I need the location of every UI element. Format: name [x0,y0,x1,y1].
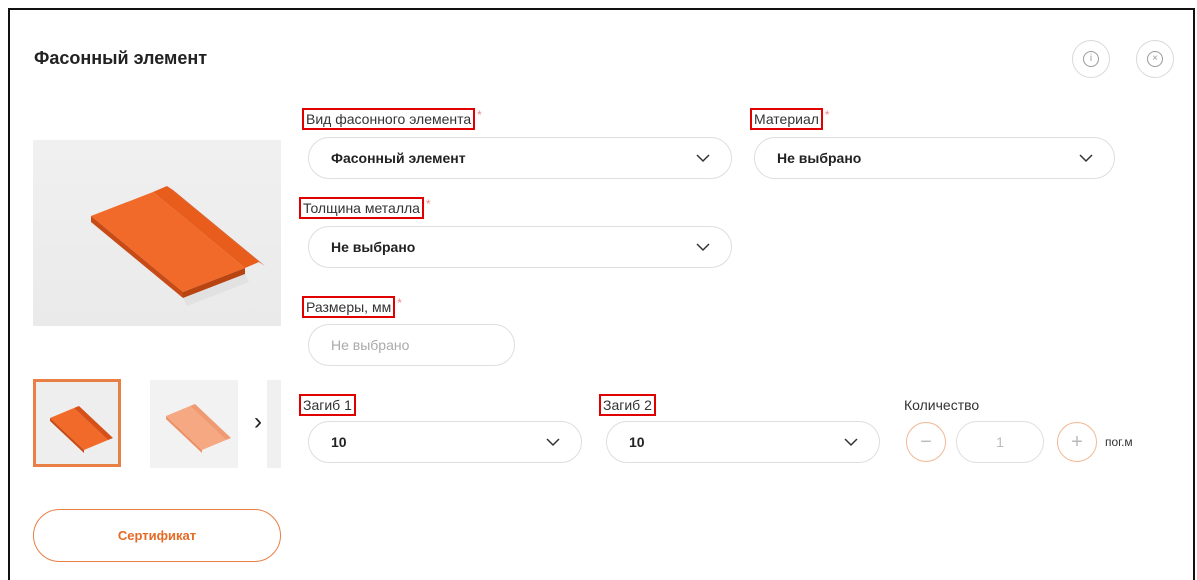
chevron-down-icon [546,438,560,447]
thumbnails-next-arrow[interactable]: › [248,410,268,434]
required-mark: * [397,296,402,310]
type-select-value: Фасонный элемент [331,150,466,166]
bend1-select[interactable]: 10 [308,421,582,463]
chevron-down-icon [696,243,710,252]
thumbnail-3-peek[interactable] [267,380,281,468]
required-mark: * [477,108,482,122]
info-icon[interactable]: i [1072,40,1110,78]
close-icon[interactable]: × [1136,40,1174,78]
thickness-label: Толщина металла * [299,197,431,219]
modal-title: Фасонный элемент [34,48,208,68]
dimensions-label: Размеры, мм * [302,296,402,318]
thickness-select-value: Не выбрано [331,239,416,255]
bend1-select-value: 10 [331,434,347,450]
type-select[interactable]: Фасонный элемент [308,137,732,179]
required-mark: * [425,197,431,211]
thumbnail-2[interactable] [150,380,238,468]
bend2-label: Загиб 2 [599,394,656,416]
material-select[interactable]: Не выбрано [754,137,1115,179]
material-label: Материал * [750,108,830,130]
bend2-select[interactable]: 10 [606,421,880,463]
product-main-image [33,140,281,326]
quantity-input[interactable]: 1 [956,421,1044,463]
quantity-decrement-button[interactable]: − [906,422,946,462]
material-select-value: Не выбрано [777,150,862,166]
thickness-select[interactable]: Не выбрано [308,226,732,268]
certificate-button[interactable]: Сертификат [33,509,281,562]
bend1-label: Загиб 1 [299,394,356,416]
chevron-down-icon [696,154,710,163]
type-label-text: Вид фасонного элемента [302,108,476,130]
bend2-select-value: 10 [629,434,645,450]
bend1-label-text: Загиб 1 [299,394,356,416]
dimensions-input[interactable]: Не выбрано [308,324,515,366]
thickness-label-text: Толщина металла [299,197,424,219]
dimensions-placeholder: Не выбрано [331,337,410,353]
chevron-down-icon [844,438,858,447]
required-mark: * [824,108,830,122]
chevron-down-icon [1079,154,1093,163]
thumbnail-1[interactable] [33,379,121,467]
quantity-label: Количество [904,397,980,413]
quantity-increment-button[interactable]: + [1057,422,1097,462]
material-label-text: Материал [750,108,823,130]
bend2-label-text: Загиб 2 [599,394,656,416]
dimensions-label-text: Размеры, мм [302,296,396,318]
quantity-unit: пог.м [1105,435,1133,449]
type-label: Вид фасонного элемента * [302,108,482,130]
